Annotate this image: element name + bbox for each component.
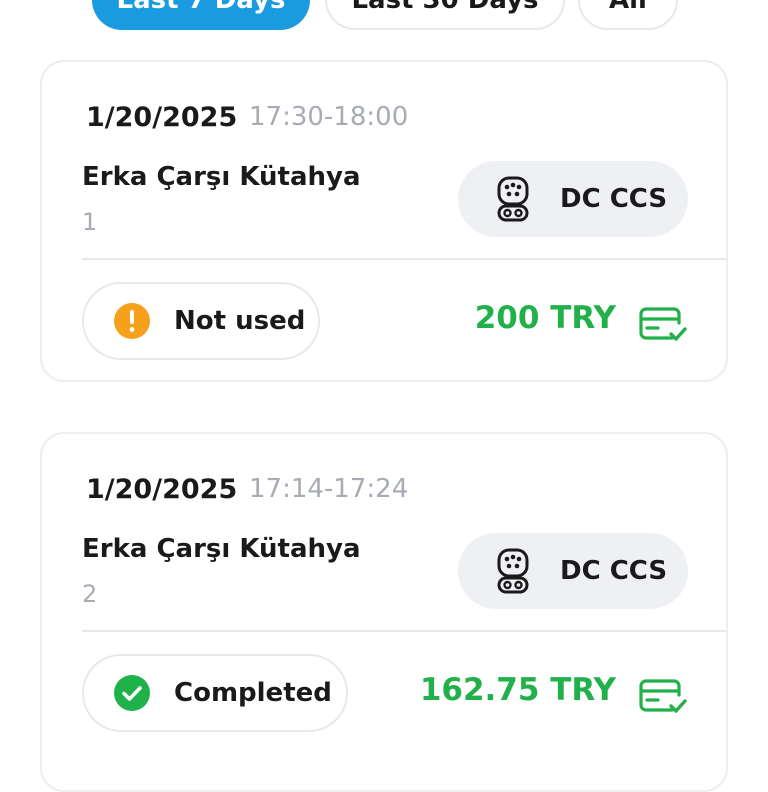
card-check-icon [638, 306, 688, 344]
session-time-range: 17:14-17:24 [249, 474, 409, 504]
station-name: Erka Çarşı Kütahya [82, 534, 361, 564]
card-divider [82, 258, 726, 260]
session-time-range: 17:30-18:00 [249, 102, 409, 132]
warning-icon [114, 303, 150, 339]
connector-type-label: DC CCS [560, 184, 668, 214]
ev-ccs-plug-icon [496, 176, 530, 222]
card-check-icon [638, 678, 688, 716]
session-status-badge: Completed [82, 654, 348, 732]
filter-chip-all[interactable]: All [578, 0, 678, 30]
charging-session-card[interactable]: 1/20/2025 17:30-18:00 Erka Çarşı Kütahya… [40, 60, 728, 382]
filter-chip-last-30-days[interactable]: Last 30 Days [325, 0, 565, 30]
check-circle-icon [114, 675, 150, 711]
session-amount: 162.75 TRY [419, 672, 616, 708]
session-amount: 200 TRY [474, 300, 616, 336]
session-status-badge: Not used [82, 282, 320, 360]
station-name: Erka Çarşı Kütahya [82, 162, 361, 192]
charging-session-card[interactable]: 1/20/2025 17:14-17:24 Erka Çarşı Kütahya… [40, 432, 728, 792]
card-divider [82, 630, 726, 632]
date-filter-bar: Last 7 Days Last 30 Days All [0, 0, 768, 32]
ev-ccs-plug-icon [496, 548, 530, 594]
filter-chip-last-7-days[interactable]: Last 7 Days [92, 0, 310, 30]
connector-number: 1 [82, 208, 98, 236]
session-date: 1/20/2025 [86, 102, 238, 133]
connector-type-label: DC CCS [560, 556, 668, 586]
session-status-label: Completed [174, 678, 332, 708]
connector-type-badge: DC CCS [458, 533, 688, 609]
session-status-label: Not used [174, 306, 306, 336]
connector-number: 2 [82, 580, 98, 608]
session-date: 1/20/2025 [86, 474, 238, 505]
connector-type-badge: DC CCS [458, 161, 688, 237]
